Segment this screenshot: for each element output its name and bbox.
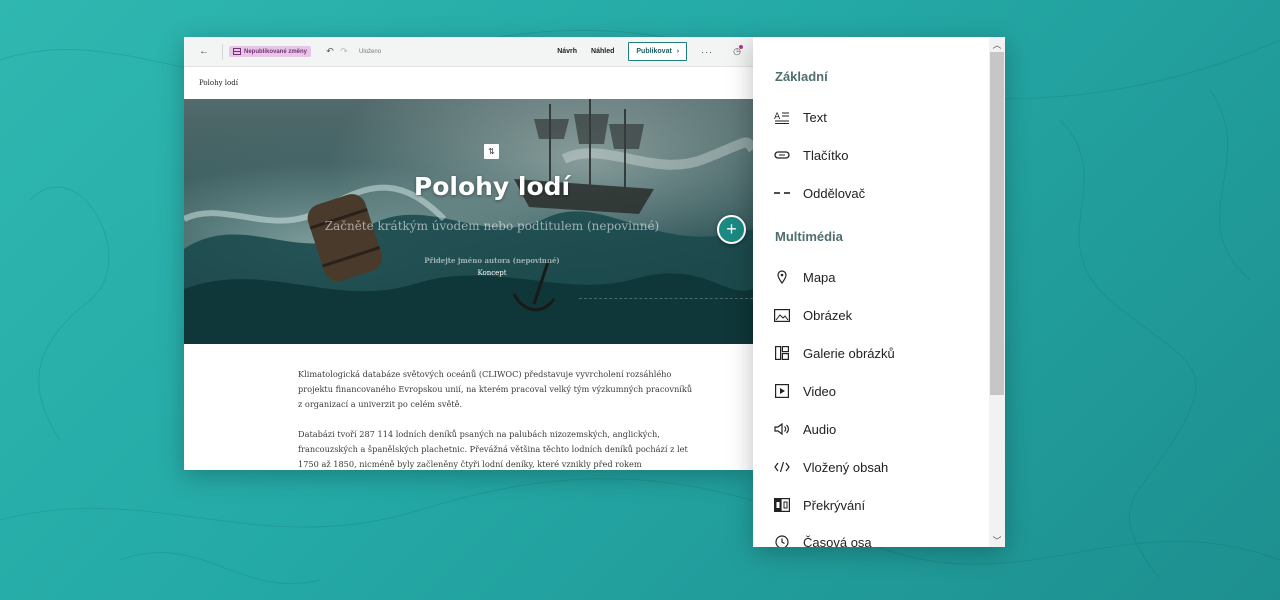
panel-scrollbar[interactable]: ︿ ﹀ bbox=[989, 37, 1005, 547]
audio-icon bbox=[773, 420, 791, 438]
cover-subtitle-placeholder[interactable]: Začněte krátkým úvodem nebo podtitulem (… bbox=[184, 219, 753, 233]
block-item-separator[interactable]: Oddělovač bbox=[773, 183, 865, 203]
ellipsis-icon: ··· bbox=[701, 46, 714, 57]
unpublished-changes-badge[interactable]: Nepublikované změny bbox=[229, 46, 312, 57]
undo-icon: ↶ bbox=[326, 46, 334, 56]
cover-title[interactable]: Polohy lodí bbox=[184, 172, 753, 201]
scroll-up-button[interactable]: ︿ bbox=[989, 37, 1005, 51]
block-item-label: Časová osa bbox=[803, 534, 872, 548]
bell-icon: ◷ bbox=[733, 46, 741, 56]
cover-author-placeholder[interactable]: Přidejte jméno autora (nepovinné) bbox=[184, 256, 753, 265]
design-button[interactable]: Návrh bbox=[557, 48, 577, 55]
publish-label: Publikovat bbox=[636, 48, 672, 55]
separator-icon bbox=[773, 184, 791, 202]
save-status: Uloženo bbox=[359, 48, 382, 55]
map-pin-icon bbox=[773, 268, 791, 286]
redo-icon: ↷ bbox=[340, 46, 348, 56]
story-title[interactable]: Polohy lodí bbox=[199, 79, 238, 87]
plus-icon: + bbox=[726, 219, 737, 239]
block-palette-panel: Základní A Text Tlačítko Oddělovač Multi… bbox=[753, 37, 1005, 547]
block-item-gallery[interactable]: Galerie obrázků bbox=[773, 343, 895, 363]
block-item-label: Video bbox=[803, 383, 837, 399]
redo-button[interactable]: ↷ bbox=[337, 46, 351, 57]
block-item-label: Obrázek bbox=[803, 307, 853, 323]
block-item-label: Překrývání bbox=[803, 497, 866, 513]
chevron-down-icon: ﹀ bbox=[992, 535, 1002, 546]
story-header-bar: Polohy lodí bbox=[184, 67, 753, 99]
block-item-embed[interactable]: Vložený obsah bbox=[773, 457, 888, 477]
image-icon bbox=[773, 306, 791, 324]
block-item-timeline[interactable]: Časová osa bbox=[773, 532, 872, 547]
embed-icon bbox=[773, 458, 791, 476]
section-title-multimedia: Multimédia bbox=[775, 229, 843, 244]
publish-button[interactable]: Publikovat › bbox=[628, 42, 688, 61]
block-item-label: Tlačítko bbox=[803, 147, 849, 163]
more-options-button[interactable]: ··· bbox=[701, 47, 713, 57]
section-title-basic: Základní bbox=[775, 69, 828, 84]
notifications-button[interactable]: ◷ bbox=[733, 45, 743, 57]
cover-status: Koncept bbox=[477, 269, 507, 277]
gallery-icon bbox=[773, 344, 791, 362]
block-item-map[interactable]: Mapa bbox=[773, 267, 836, 287]
block-item-image[interactable]: Obrázek bbox=[773, 305, 852, 325]
block-item-label: Audio bbox=[803, 421, 837, 437]
swipe-icon bbox=[773, 496, 791, 514]
add-block-button[interactable]: + bbox=[717, 215, 746, 244]
undo-button[interactable]: ↶ bbox=[323, 46, 337, 57]
block-item-button[interactable]: Tlačítko bbox=[773, 145, 849, 165]
cover-divider bbox=[579, 298, 753, 299]
preview-button[interactable]: Náhled bbox=[591, 48, 614, 55]
button-icon bbox=[773, 146, 791, 164]
back-button[interactable]: ← bbox=[196, 46, 212, 57]
swap-cover-layout-icon[interactable]: ⇅ bbox=[484, 144, 499, 159]
text-icon: A bbox=[773, 108, 791, 126]
block-item-video[interactable]: Video bbox=[773, 381, 836, 401]
story-body[interactable]: Klimatologická databáze světových oceánů… bbox=[298, 367, 698, 470]
timeline-icon bbox=[773, 533, 791, 547]
block-item-label: Vložený obsah bbox=[803, 459, 889, 475]
block-item-label: Oddělovač bbox=[803, 185, 866, 201]
unpublished-changes-label: Nepublikované změny bbox=[244, 48, 308, 55]
changes-icon bbox=[233, 48, 241, 55]
block-item-label: Text bbox=[803, 109, 827, 125]
arrow-left-icon: ← bbox=[199, 46, 209, 57]
body-paragraph[interactable]: Klimatologická databáze světových oceánů… bbox=[298, 367, 698, 412]
block-item-swipe[interactable]: Překrývání bbox=[773, 495, 865, 515]
body-paragraph[interactable]: Databázi tvoří 287 114 lodních deníků ps… bbox=[298, 427, 698, 470]
story-editor-window: ← Nepublikované změny ↶ ↷ Uloženo Návrh … bbox=[184, 37, 753, 470]
toolbar-divider bbox=[222, 43, 223, 60]
block-list: Základní A Text Tlačítko Oddělovač Multi… bbox=[753, 37, 989, 547]
block-item-label: Galerie obrázků bbox=[803, 345, 895, 361]
scroll-down-button[interactable]: ﹀ bbox=[989, 533, 1005, 547]
chevron-up-icon: ︿ bbox=[992, 39, 1002, 50]
block-item-label: Mapa bbox=[803, 269, 836, 285]
chevron-right-icon: › bbox=[676, 48, 680, 55]
story-cover[interactable]: ⇅ Polohy lodí Začněte krátkým úvodem neb… bbox=[184, 99, 753, 344]
block-item-text[interactable]: A Text bbox=[773, 107, 827, 127]
video-icon bbox=[773, 382, 791, 400]
block-item-audio[interactable]: Audio bbox=[773, 419, 836, 439]
scrollbar-thumb[interactable] bbox=[990, 52, 1004, 395]
editor-toolbar: ← Nepublikované změny ↶ ↷ Uloženo Návrh … bbox=[184, 37, 753, 67]
